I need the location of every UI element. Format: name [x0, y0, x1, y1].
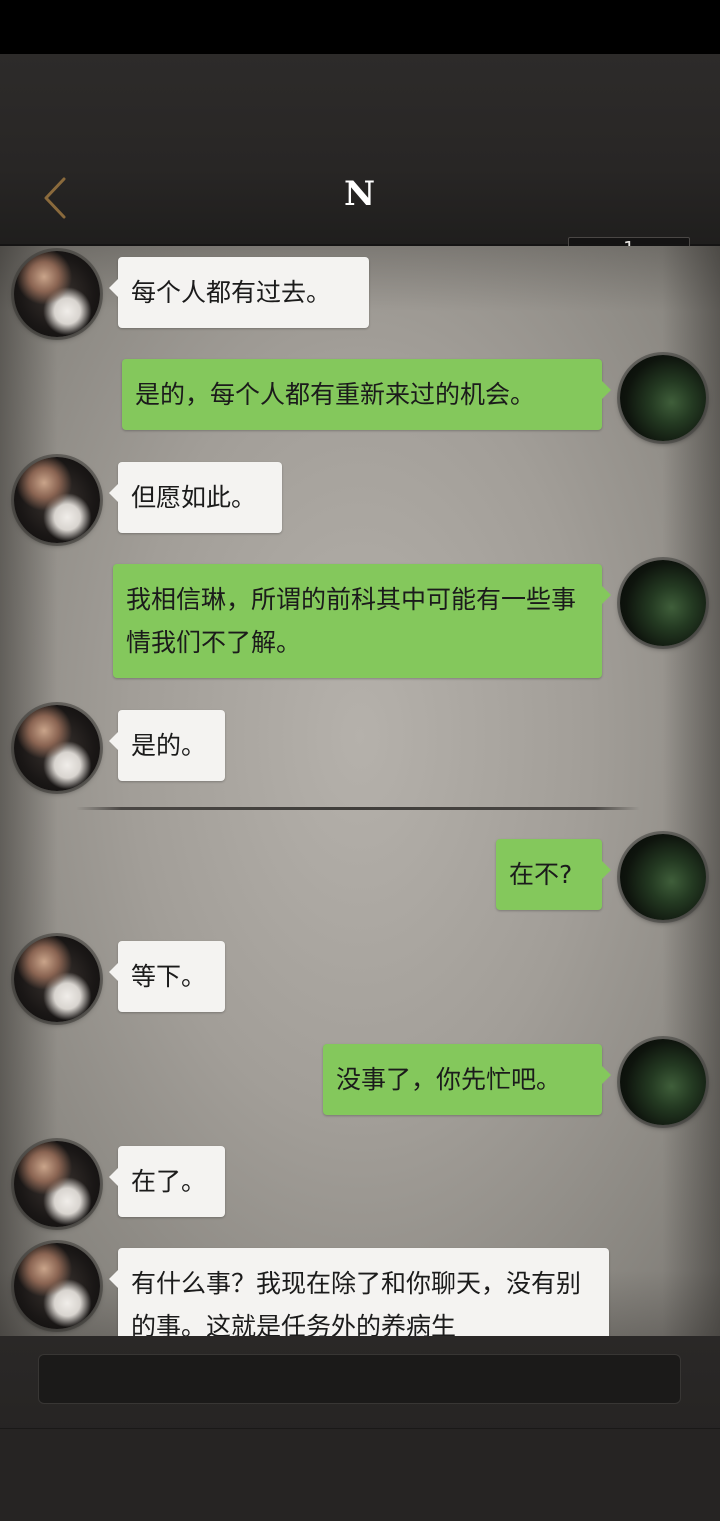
message-bubble-incoming[interactable]: 有什么事？我现在除了和你聊天，没有别的事。这就是任务外的养病生	[109, 1248, 609, 1336]
user-avatar[interactable]	[620, 1039, 706, 1125]
contact-avatar[interactable]	[14, 1243, 100, 1329]
message-bubble-incoming[interactable]: 在了。	[109, 1146, 225, 1217]
message-input[interactable]	[38, 1354, 681, 1404]
message-bubble-incoming[interactable]: 是的。	[109, 710, 225, 781]
message-bubble-incoming[interactable]: 等下。	[109, 941, 225, 1012]
user-avatar[interactable]	[620, 834, 706, 920]
contact-avatar[interactable]	[14, 705, 100, 791]
status-bar	[0, 0, 720, 54]
contact-avatar[interactable]	[14, 936, 100, 1022]
message-bubble-outgoing[interactable]: 是的，每个人都有重新来过的机会。	[122, 359, 611, 430]
message-bubble-incoming[interactable]: 每个人都有过去。	[109, 257, 369, 328]
user-avatar[interactable]	[620, 355, 706, 441]
page-title: N	[343, 174, 377, 214]
chat-list[interactable]: 每个人都有过去。 是的，每个人都有重新来过的机会。 但愿如此。 我相信琳，所谓的…	[0, 246, 720, 1336]
composer	[0, 1336, 720, 1521]
message-bubble-incoming[interactable]: 但愿如此。	[109, 462, 282, 533]
user-avatar[interactable]	[620, 560, 706, 646]
bottom-panel	[0, 1428, 720, 1521]
message-bubble-outgoing[interactable]: 在不?	[496, 839, 611, 910]
chat-header: N 1	[0, 54, 720, 261]
history-divider	[76, 807, 640, 810]
message-bubble-outgoing[interactable]: 没事了，你先忙吧。	[323, 1044, 611, 1115]
contact-avatar[interactable]	[14, 1141, 100, 1227]
contact-avatar[interactable]	[14, 251, 100, 337]
contact-avatar[interactable]	[14, 457, 100, 543]
message-bubble-outgoing[interactable]: 我相信琳，所谓的前科其中可能有一些事情我们不了解。	[113, 564, 611, 678]
